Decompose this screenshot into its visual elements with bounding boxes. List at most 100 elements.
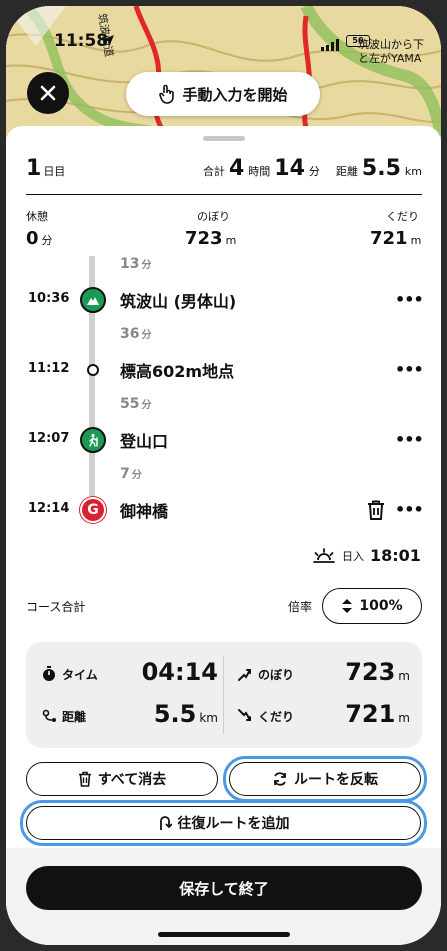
sunset-icon	[313, 547, 335, 563]
summary-ascent-number: 723	[345, 658, 396, 686]
total-hours-unit: 時間	[248, 165, 271, 178]
location-arrow-icon	[101, 33, 115, 52]
close-button[interactable]	[27, 72, 69, 114]
add-round-trip-button[interactable]: 往復ルートを追加	[26, 806, 421, 840]
segment-duration: 55 分	[120, 396, 151, 412]
course-summary-card: タイム 04:14 のぼり 723 m 距離 5.5 km くだり 721 m	[26, 642, 422, 748]
reverse-icon	[274, 772, 286, 786]
phone-frame: 筑波山道 筑波山から下 と左がYAMA 11:58 50 手動入力を開始 1 日…	[0, 0, 447, 951]
segment-unit: 分	[131, 470, 142, 481]
segment-duration: 36 分	[120, 326, 151, 342]
waypoint-row[interactable]: 11:12 標高602m地点 •••	[6, 355, 441, 385]
hand-pointer-icon	[159, 84, 175, 104]
course-total-label: コース合計	[26, 600, 86, 614]
summary-descent-unit: m	[398, 711, 410, 725]
clear-all-button[interactable]: すべて消去	[26, 762, 218, 796]
waypoint-more-button[interactable]: •••	[395, 500, 424, 519]
trash-icon	[78, 771, 91, 787]
summary-distance-unit: km	[199, 711, 218, 725]
stat-values: 0分 723 m 721 m	[26, 228, 422, 254]
waypoint-name: 登山口	[120, 432, 169, 451]
summary-distance: 距離 5.5 km	[42, 696, 232, 736]
day-totals: 合計 4 時間 14 分 距離 5.5 km	[203, 156, 422, 181]
day-unit: 日目	[43, 165, 66, 178]
reverse-route-label: ルートを反転	[294, 772, 378, 788]
descent-number: 721	[370, 228, 408, 249]
segment-value: 55	[120, 396, 140, 412]
save-and-finish-button[interactable]: 保存して終了	[26, 866, 422, 910]
goal-icon: G	[80, 497, 106, 523]
segment-value: 13	[120, 256, 140, 272]
total-minutes-unit: 分	[308, 165, 320, 178]
total-minutes: 14	[274, 156, 305, 181]
status-bar: 11:58 50	[6, 6, 441, 66]
footer-bar: 保存して終了	[6, 848, 441, 945]
screen: 筑波山道 筑波山から下 と左がYAMA 11:58 50 手動入力を開始 1 日…	[6, 6, 441, 945]
waypoint-more-button[interactable]: •••	[395, 360, 424, 379]
rest-value: 0分	[26, 228, 53, 249]
home-indicator[interactable]	[158, 932, 290, 937]
segment-unit: 分	[141, 260, 152, 271]
segment-duration: 13 分	[120, 256, 151, 272]
waypoint-more-button[interactable]: •••	[395, 430, 424, 449]
course-total-row: コース合計 倍率 100%	[26, 588, 422, 624]
sunset-time: 18:01	[370, 546, 421, 565]
descent-arrow-icon	[238, 708, 252, 727]
sheet-drag-handle[interactable]	[203, 136, 245, 141]
distance-label: 距離	[335, 165, 358, 178]
delete-waypoint-button[interactable]	[366, 499, 386, 525]
summary-descent-value: 721 m	[345, 700, 410, 728]
descent-unit: m	[410, 234, 422, 247]
battery-icon: 50	[346, 35, 370, 47]
waypoint-name: 筑波山 (男体山)	[120, 292, 237, 311]
ascent-label: のぼり	[197, 210, 230, 223]
u-turn-icon	[159, 816, 172, 830]
summary-distance-number: 5.5	[153, 700, 197, 728]
summary-descent: くだり 721 m	[238, 696, 410, 736]
close-icon	[40, 85, 56, 101]
waypoint-row[interactable]: 10:36 筑波山 (男体山) •••	[6, 285, 441, 315]
stopwatch-icon	[42, 666, 56, 686]
waypoint-time: 10:36	[28, 291, 70, 306]
rate-stepper[interactable]: 100%	[322, 588, 422, 624]
rest-label: 休憩	[26, 210, 48, 223]
summary-time: タイム 04:14	[42, 654, 232, 694]
segment-unit: 分	[141, 400, 152, 411]
manual-input-button[interactable]: 手動入力を開始	[126, 72, 320, 116]
reverse-route-button[interactable]: ルートを反転	[229, 762, 421, 796]
rest-unit: 分	[41, 234, 53, 247]
day-number: 1	[26, 156, 42, 181]
ascent-unit: m	[225, 234, 237, 247]
route-sheet: 1 日目 合計 4 時間 14 分 距離 5.5 km 休憩 のぼり くだり 0…	[6, 126, 441, 945]
ascent-value: 723 m	[185, 228, 236, 249]
summary-distance-value: 5.5 km	[154, 700, 218, 728]
waypoint-time: 11:12	[28, 361, 70, 376]
summary-descent-number: 721	[345, 700, 396, 728]
summary-ascent-label: のぼり	[258, 668, 295, 682]
waypoint-more-button[interactable]: •••	[395, 290, 424, 309]
segment-value: 36	[120, 326, 140, 342]
distance-value: 5.5	[361, 156, 401, 181]
segment-unit: 分	[141, 330, 152, 341]
ascent-number: 723	[185, 228, 223, 249]
descent-label: くだり	[386, 210, 419, 223]
waypoint-name: 標高602m地点	[120, 362, 235, 381]
summit-icon	[80, 287, 106, 313]
trash-icon	[368, 500, 384, 520]
summary-time-label: タイム	[62, 668, 98, 682]
summary-descent-label: くだり	[258, 710, 295, 724]
clear-all-label: すべて消去	[97, 772, 167, 788]
status-time: 11:58	[54, 31, 109, 51]
manual-input-label: 手動入力を開始	[182, 85, 288, 104]
up-down-arrow-icon	[342, 599, 353, 613]
total-label: 合計	[202, 165, 225, 178]
rest-number: 0	[26, 228, 39, 249]
point-marker-icon	[80, 357, 106, 383]
trailhead-hiker-icon	[80, 427, 106, 453]
waypoint-row[interactable]: 12:14 G 御神橋 •••	[6, 495, 441, 525]
summary-time-value: 04:14	[141, 658, 218, 686]
total-hours: 4	[228, 156, 245, 181]
distance-unit: km	[404, 165, 422, 178]
waypoint-row[interactable]: 12:07 登山口 •••	[6, 425, 441, 455]
summary-ascent-unit: m	[398, 669, 410, 683]
